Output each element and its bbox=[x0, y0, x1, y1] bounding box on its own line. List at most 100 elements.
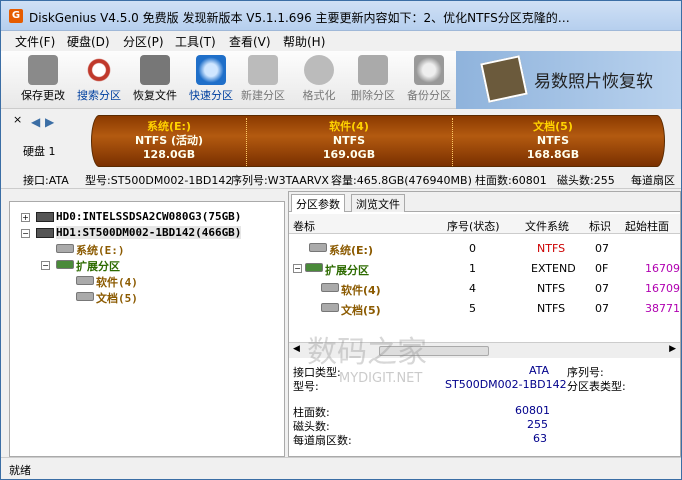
toolbar: 保存更改 搜索分区 恢复文件 快速分区 新建分区 格式化 删除分区 备份分区 易… bbox=[1, 51, 681, 109]
col-seq[interactable]: 序号(状态) bbox=[447, 218, 500, 234]
new-partition-icon bbox=[248, 55, 278, 85]
title-bar: G DiskGenius V4.5.0 免费版 发现新版本 V5.1.1.696… bbox=[1, 1, 681, 31]
menu-tools[interactable]: 工具(T) bbox=[175, 33, 216, 50]
tab-partition-params[interactable]: 分区参数 bbox=[291, 194, 345, 212]
window-title: DiskGenius V4.5.0 免费版 发现新版本 V5.1.1.696 主… bbox=[29, 11, 569, 25]
row-fs: NTFS bbox=[537, 282, 566, 295]
search-partition-label: 搜索分区 bbox=[77, 89, 121, 102]
menu-help[interactable]: 帮助(H) bbox=[283, 33, 325, 50]
table-row[interactable]: 系统(E:) 0 NTFS 07 bbox=[289, 238, 680, 258]
close-icon[interactable]: × bbox=[13, 113, 22, 126]
disk-heads: 磁头数:255 bbox=[557, 174, 615, 187]
disk-map-bar: × ◀ ▶ 硬盘 1 系统(E:) NTFS (活动) 128.0GB 软件(4… bbox=[1, 109, 681, 169]
save-icon bbox=[28, 55, 58, 85]
tree-node-sys[interactable]: 系统(E:) bbox=[76, 242, 125, 258]
menu-bar: 文件(F) 硬盘(D) 分区(P) 工具(T) 查看(V) 帮助(H) bbox=[1, 31, 681, 51]
detail-heads-value: 255 bbox=[527, 418, 548, 431]
watermark-text: 数码之家 bbox=[307, 335, 427, 370]
delete-partition-icon bbox=[358, 55, 388, 85]
row-id: 07 bbox=[595, 242, 609, 255]
row-start: 38771 bbox=[645, 302, 680, 315]
partition-icon bbox=[76, 292, 94, 301]
status-text: 就绪 bbox=[9, 464, 31, 477]
photo-icon bbox=[480, 55, 528, 103]
right-panel: 分区参数 浏览文件 卷标 序号(状态) 文件系统 标识 起始柱面 系统(E:) … bbox=[288, 191, 681, 457]
prev-disk-icon[interactable]: ◀ bbox=[31, 115, 40, 129]
backup-partition-button[interactable]: 备份分区 bbox=[401, 53, 457, 107]
menu-view[interactable]: 查看(V) bbox=[229, 33, 271, 50]
collapse-icon[interactable]: − bbox=[41, 261, 50, 270]
row-id: 07 bbox=[595, 302, 609, 315]
partition-fs: NTFS (活动) bbox=[134, 134, 204, 147]
search-partition-icon bbox=[84, 55, 114, 85]
table-header: 卷标 序号(状态) 文件系统 标识 起始柱面 bbox=[289, 214, 680, 234]
quick-partition-button[interactable]: 快速分区 bbox=[183, 53, 239, 107]
quick-partition-icon bbox=[196, 55, 226, 85]
format-icon bbox=[304, 55, 334, 85]
menu-file[interactable]: 文件(F) bbox=[15, 33, 55, 50]
disk-interface: 接口:ATA bbox=[23, 174, 69, 187]
next-disk-icon[interactable]: ▶ bbox=[45, 115, 54, 129]
tab-browse-files[interactable]: 浏览文件 bbox=[351, 194, 405, 212]
col-id[interactable]: 标识 bbox=[589, 218, 611, 234]
disk-serial: 序列号:W3TAARVX bbox=[231, 174, 329, 187]
format-button[interactable]: 格式化 bbox=[291, 53, 347, 107]
partition-block-doc[interactable]: 文档(5) NTFS 168.8GB bbox=[452, 116, 654, 168]
scroll-left-icon[interactable]: ◀ bbox=[293, 344, 300, 354]
table-row[interactable]: 文档(5) 5 NTFS 07 38771 bbox=[289, 298, 680, 318]
new-partition-label: 新建分区 bbox=[241, 89, 285, 102]
backup-partition-label: 备份分区 bbox=[407, 89, 451, 102]
tree-node-ext[interactable]: 扩展分区 bbox=[76, 258, 120, 274]
row-id: 0F bbox=[595, 262, 609, 275]
partition-block-sys[interactable]: 系统(E:) NTFS (活动) 128.0GB bbox=[92, 116, 246, 168]
disk-capacity: 容量:465.8GB(476940MB) bbox=[331, 174, 472, 187]
promo-banner[interactable]: 易数照片恢复软 bbox=[456, 51, 681, 109]
expand-icon[interactable]: + bbox=[21, 213, 30, 222]
menu-partition[interactable]: 分区(P) bbox=[123, 33, 164, 50]
new-partition-button[interactable]: 新建分区 bbox=[235, 53, 291, 107]
hdd-icon bbox=[36, 212, 54, 222]
table-row[interactable]: − 扩展分区 1 EXTEND 0F 16709 bbox=[289, 258, 680, 278]
partition-icon bbox=[321, 303, 339, 312]
row-seq: 5 bbox=[469, 302, 476, 315]
detail-spt-label: 每道扇区数: bbox=[293, 434, 352, 447]
detail-iface-value: ATA bbox=[529, 364, 550, 377]
menu-disk[interactable]: 硬盘(D) bbox=[67, 33, 110, 50]
partition-block-soft[interactable]: 软件(4) NTFS 169.0GB bbox=[246, 116, 452, 168]
disk-tree: + HD0:INTELSSDSA2CW080G3(75GB) − HD1:ST5… bbox=[9, 201, 285, 457]
table-row[interactable]: 软件(4) 4 NTFS 07 16709 bbox=[289, 278, 680, 298]
quick-partition-label: 快速分区 bbox=[189, 89, 233, 102]
extended-partition-icon bbox=[56, 260, 74, 269]
collapse-icon[interactable]: − bbox=[293, 264, 302, 273]
row-name: 文档(5) bbox=[341, 304, 381, 317]
partition-size: 128.0GB bbox=[142, 148, 196, 161]
partition-icon bbox=[309, 243, 327, 252]
detail-spt-value: 63 bbox=[533, 432, 547, 445]
col-fs[interactable]: 文件系统 bbox=[525, 218, 569, 234]
save-label: 保存更改 bbox=[21, 89, 65, 102]
extended-partition-icon bbox=[305, 263, 323, 272]
tab-strip: 分区参数 浏览文件 bbox=[289, 192, 680, 212]
status-bar: 就绪 bbox=[1, 457, 681, 479]
partition-fs: NTFS bbox=[536, 134, 570, 147]
partition-name: 系统(E:) bbox=[147, 120, 191, 133]
collapse-icon[interactable]: − bbox=[21, 229, 30, 238]
restore-file-button[interactable]: 恢复文件 bbox=[127, 53, 183, 107]
scroll-right-icon[interactable]: ▶ bbox=[669, 344, 676, 354]
hdd-icon bbox=[36, 228, 54, 238]
search-partition-button[interactable]: 搜索分区 bbox=[71, 53, 127, 107]
partition-fs: NTFS bbox=[332, 134, 366, 147]
row-fs: EXTEND bbox=[531, 262, 576, 275]
col-label[interactable]: 卷标 bbox=[293, 218, 315, 234]
app-window: G DiskGenius V4.5.0 免费版 发现新版本 V5.1.1.696… bbox=[0, 0, 682, 480]
tree-node-soft[interactable]: 软件(4) bbox=[96, 274, 138, 290]
tree-node-hd0[interactable]: HD0:INTELSSDSA2CW080G3(75GB) bbox=[56, 210, 241, 223]
delete-partition-button[interactable]: 删除分区 bbox=[345, 53, 401, 107]
col-start[interactable]: 起始柱面 bbox=[625, 218, 669, 234]
tree-node-doc[interactable]: 文档(5) bbox=[96, 290, 138, 306]
row-start: 16709 bbox=[645, 282, 680, 295]
save-button[interactable]: 保存更改 bbox=[15, 53, 71, 107]
row-fs: NTFS bbox=[537, 242, 566, 255]
disk-label: 硬盘 1 bbox=[23, 145, 56, 158]
tree-node-hd1[interactable]: HD1:ST500DM002-1BD142(466GB) bbox=[56, 226, 242, 239]
